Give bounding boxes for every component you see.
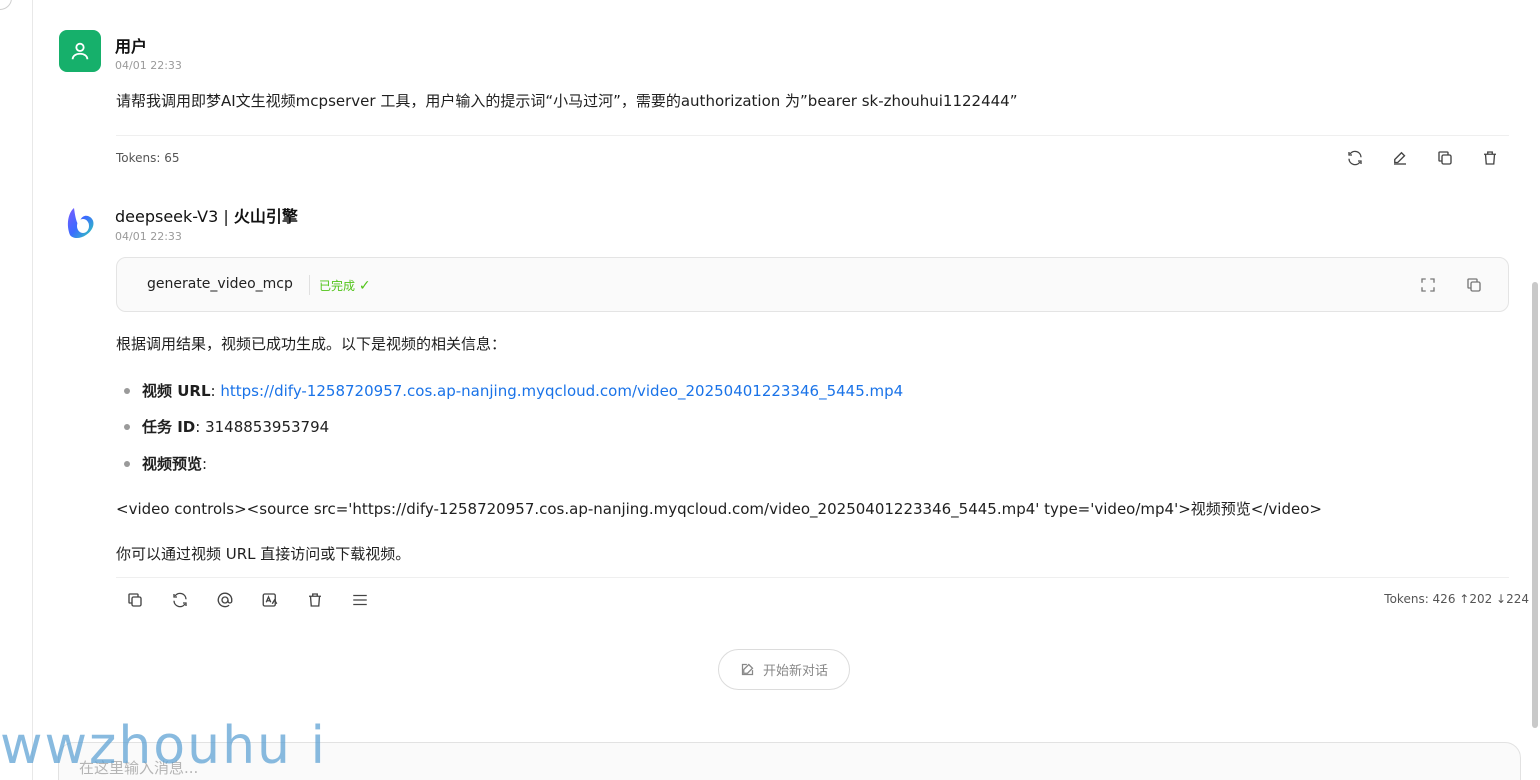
list-bullet bbox=[124, 461, 130, 467]
user-message-text: 请帮我调用即梦AI文生视频mcpserver 工具，用户输入的提示词“小马过河”… bbox=[116, 92, 1018, 110]
translate-icon[interactable] bbox=[259, 589, 281, 611]
user-token-count: Tokens: 65 bbox=[116, 151, 180, 165]
tool-call-status: 已完成 ✓ bbox=[319, 277, 371, 294]
provider-name: 火山引擎 bbox=[233, 207, 298, 226]
user-avatar bbox=[59, 30, 101, 72]
regenerate-icon[interactable] bbox=[169, 589, 191, 611]
user-icon bbox=[71, 42, 89, 60]
new-chat-button[interactable]: 开始新对话 bbox=[718, 649, 850, 690]
user-name: 用户 bbox=[115, 37, 148, 56]
message-input[interactable] bbox=[79, 759, 679, 777]
ai-model-header: deepseek-V3 | 火山引擎 bbox=[115, 203, 298, 227]
tool-call-card[interactable]: generate_video_mcp 已完成 ✓ bbox=[116, 257, 1509, 312]
list-item-video-preview: 视频预览: bbox=[142, 453, 207, 474]
tool-copy-icon[interactable] bbox=[1463, 274, 1485, 296]
new-chat-label: 开始新对话 bbox=[762, 664, 828, 679]
ai-message-time: 04/01 22:33 bbox=[115, 230, 182, 243]
ai-avatar-logo bbox=[64, 205, 98, 241]
new-chat-icon bbox=[741, 663, 754, 676]
at-icon[interactable] bbox=[214, 589, 236, 611]
task-id-sep: : bbox=[195, 418, 206, 436]
trash-icon[interactable] bbox=[1479, 147, 1501, 169]
list-item-video-url: 视频 URL: https://dify-1258720957.cos.ap-n… bbox=[142, 380, 903, 401]
model-name: deepseek-V3 bbox=[115, 207, 219, 226]
video-preview-label: 视频预览 bbox=[142, 455, 203, 473]
user-message-divider bbox=[116, 135, 1509, 136]
menu-icon[interactable] bbox=[349, 589, 371, 611]
regenerate-icon[interactable] bbox=[1344, 147, 1366, 169]
task-id-label: 任务 ID bbox=[142, 418, 196, 436]
left-rail bbox=[0, 0, 33, 780]
video-preview-sep: : bbox=[202, 455, 208, 473]
message-input-box[interactable] bbox=[58, 742, 1521, 780]
collapse-toggle[interactable] bbox=[0, 0, 12, 10]
expand-icon[interactable] bbox=[1417, 274, 1439, 296]
copy-icon[interactable] bbox=[1434, 147, 1456, 169]
task-id-value: 3148853953794 bbox=[205, 418, 330, 436]
video-url-link[interactable]: https://dify-1258720957.cos.ap-nanjing.m… bbox=[220, 382, 903, 400]
check-icon: ✓ bbox=[358, 278, 371, 294]
tool-status-label: 已完成 bbox=[319, 279, 356, 293]
edit-icon[interactable] bbox=[1389, 147, 1411, 169]
scrollbar[interactable] bbox=[1530, 0, 1540, 780]
list-item-task-id: 任务 ID: 3148853953794 bbox=[142, 416, 329, 437]
tool-call-name: generate_video_mcp bbox=[147, 276, 293, 292]
user-message-time: 04/01 22:33 bbox=[115, 59, 182, 72]
doubao-logo-icon bbox=[67, 208, 94, 238]
list-bullet bbox=[124, 388, 130, 394]
ai-message-divider bbox=[116, 577, 1509, 578]
ai-token-count: Tokens: 426 ↑202 ↓224 bbox=[1384, 592, 1529, 606]
scrollbar-thumb[interactable] bbox=[1532, 282, 1538, 728]
video-url-sep: : bbox=[210, 382, 221, 400]
copy-icon[interactable] bbox=[124, 589, 146, 611]
tool-call-divider bbox=[309, 275, 310, 295]
list-bullet bbox=[124, 424, 130, 430]
video-url-label: 视频 URL bbox=[142, 382, 211, 400]
video-html-text: <video controls><source src='https://dif… bbox=[116, 500, 1322, 518]
ai-intro-text: 根据调用结果，视频已成功生成。以下是视频的相关信息： bbox=[116, 335, 507, 353]
ai-outro-text: 你可以通过视频 URL 直接访问或下载视频。 bbox=[116, 545, 411, 563]
trash-icon[interactable] bbox=[304, 589, 326, 611]
model-separator: | bbox=[218, 207, 234, 226]
